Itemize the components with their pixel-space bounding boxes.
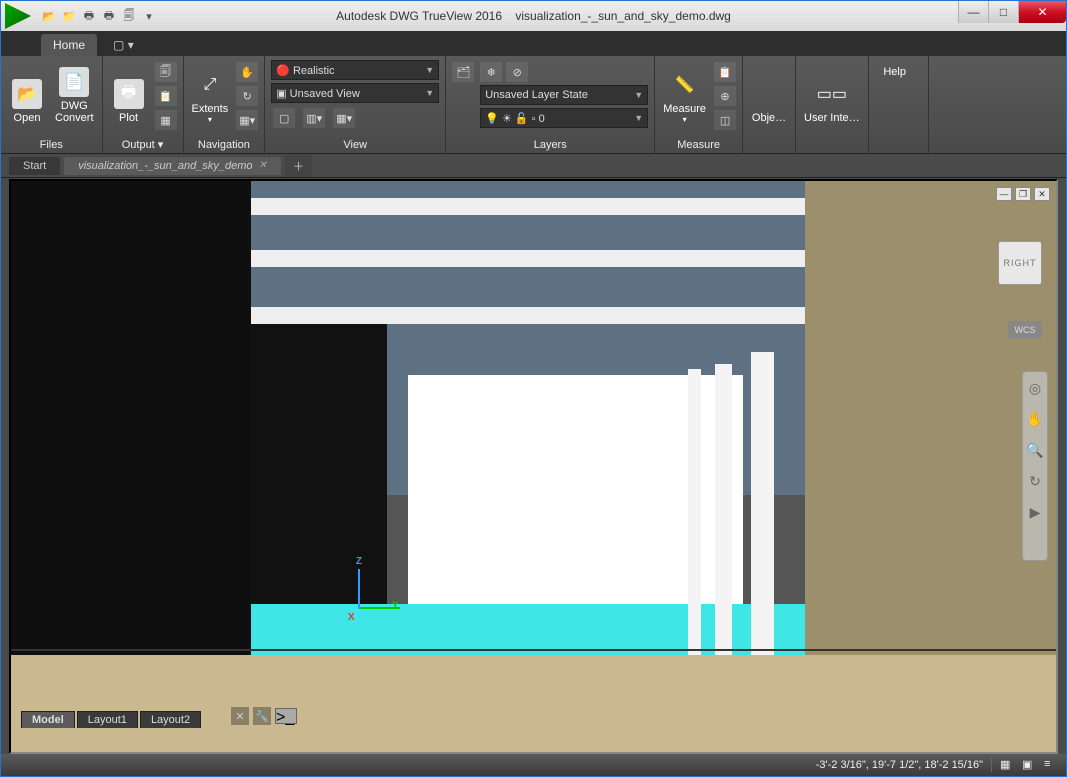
- coordinates-readout: -3'-2 3/16", 19'-7 1/2", 18'-2 15/16": [816, 759, 983, 771]
- new-tab-button[interactable]: ＋: [285, 155, 312, 177]
- view-single-icon[interactable]: ▢: [273, 108, 295, 128]
- titlebar: 📂 📁 🖶 🖶 🗐 ▾ Autodesk DWG TrueView 2016 v…: [1, 1, 1066, 31]
- extents-button[interactable]: ⤢ Extents ▾: [190, 60, 231, 126]
- viewport[interactable]: Z Y X — ❐ ✕ RIGHT WCS ◎ ✋ 🔍 ↻ ▶ ✕ 🔧 >_ M…: [9, 179, 1058, 754]
- named-view-dropdown[interactable]: ▣ Unsaved View▼: [271, 83, 439, 103]
- status-menu-icon[interactable]: ≡: [1044, 758, 1058, 772]
- view-join-icon[interactable]: ▦▾: [333, 108, 355, 128]
- status-icon-1[interactable]: ▦: [1000, 758, 1014, 772]
- panel-files: 📂 Open 📄 DWG Convert Files: [1, 56, 103, 153]
- cmd-close-icon[interactable]: ✕: [231, 707, 249, 725]
- extents-icon: ⤢: [195, 70, 225, 100]
- page-setup-icon[interactable]: 📋: [155, 86, 177, 106]
- panel-title-navigation: Navigation: [190, 137, 259, 153]
- panel-object: Obje…: [743, 56, 796, 153]
- cmd-input[interactable]: >_: [275, 708, 297, 724]
- close-tab-icon[interactable]: ✕: [259, 160, 267, 171]
- panel-title-measure: Measure: [661, 137, 736, 153]
- status-icon-2[interactable]: ▣: [1022, 758, 1036, 772]
- layer-current-dropdown[interactable]: 💡 ☀ 🔓 ▫ 0▼: [480, 108, 648, 128]
- scene-3d: Z Y X: [11, 181, 1056, 752]
- tab-home[interactable]: Home: [41, 34, 97, 56]
- open-qat-icon[interactable]: 📂: [41, 8, 57, 24]
- panel-ui: ▭▭ User Inte…: [796, 56, 869, 153]
- plot-button[interactable]: 🖶 Plot: [109, 60, 149, 126]
- ribbon: 📂 Open 📄 DWG Convert Files 🖶 Plot 🗐 📋 ▦ …: [1, 56, 1066, 154]
- nav-showmotion-icon[interactable]: ▶: [1030, 504, 1041, 521]
- help-button[interactable]: Help: [875, 60, 915, 126]
- visual-style-dropdown[interactable]: 🔴 Realistic▼: [271, 60, 439, 80]
- open-button[interactable]: 📂 Open: [7, 60, 47, 126]
- panel-navigation: ⤢ Extents ▾ ✋ ↻ ▦▾ Navigation: [184, 56, 266, 153]
- navigation-bar[interactable]: ◎ ✋ 🔍 ↻ ▶: [1022, 371, 1048, 561]
- nav-orbit-icon[interactable]: ↻: [1029, 473, 1041, 490]
- tab-extra-dropdown[interactable]: ▢ ▾: [101, 34, 146, 56]
- nav-more-icon[interactable]: ▦▾: [236, 110, 258, 130]
- panel-title-output[interactable]: Output ▾: [109, 136, 177, 153]
- list-icon[interactable]: 📋: [714, 62, 736, 82]
- cmd-options-icon[interactable]: 🔧: [253, 707, 271, 725]
- app-menu-icon[interactable]: [5, 3, 31, 29]
- vp-restore-icon[interactable]: ❐: [1015, 187, 1031, 201]
- id-point-icon[interactable]: ⊕: [714, 86, 736, 106]
- qat-dropdown-icon[interactable]: ▾: [141, 8, 157, 24]
- panel-title-view: View: [271, 137, 439, 153]
- command-line[interactable]: ✕ 🔧 >_: [231, 706, 297, 726]
- ribbon-tab-strip: Home ▢ ▾: [1, 31, 1066, 56]
- minimize-button[interactable]: —: [958, 1, 988, 23]
- window-controls: — □ ✕: [958, 1, 1066, 23]
- layout-tabs: Model Layout1 Layout2: [21, 711, 201, 728]
- dwg-convert-button[interactable]: 📄 DWG Convert: [53, 60, 96, 126]
- object-button[interactable]: Obje…: [749, 60, 789, 126]
- user-interface-button[interactable]: ▭▭ User Inte…: [802, 60, 862, 126]
- orbit-icon[interactable]: ↻: [236, 86, 258, 106]
- pan-icon[interactable]: ✋: [236, 62, 258, 82]
- tab-start[interactable]: Start: [9, 157, 60, 175]
- nav-zoom-icon[interactable]: 🔍: [1026, 442, 1043, 459]
- print-preview-qat-icon[interactable]: 🖶: [101, 8, 117, 24]
- panel-layers: 🗂 ❄ ⊘ Unsaved Layer State▼ 💡 ☀ 🔓 ▫ 0▼ La…: [446, 56, 655, 153]
- panel-measure: 📏 Measure ▾ 📋 ⊕ ◫ Measure: [655, 56, 743, 153]
- printer-icon: 🖶: [114, 79, 144, 109]
- print-qat-icon[interactable]: 🖶: [81, 8, 97, 24]
- layer-prop-icon[interactable]: 🗂: [452, 62, 474, 82]
- panel-view: 🔴 Realistic▼ ▣ Unsaved View▼ ▢ ▥▾ ▦▾ Vie…: [265, 56, 446, 153]
- tab-layout2[interactable]: Layout2: [140, 711, 201, 728]
- panel-output: 🖶 Plot 🗐 📋 ▦ Output ▾: [103, 56, 184, 153]
- measure-button[interactable]: 📏 Measure ▾: [661, 60, 708, 126]
- viewport-window-controls: — ❐ ✕: [996, 187, 1050, 201]
- layer-freeze-icon[interactable]: ❄: [480, 62, 502, 82]
- convert-icon: 📄: [59, 67, 89, 97]
- view-config-icon[interactable]: ▥▾: [303, 108, 325, 128]
- maximize-button[interactable]: □: [988, 1, 1018, 23]
- quick-access-toolbar: 📂 📁 🖶 🖶 🗐 ▾: [41, 8, 157, 24]
- panel-title-layers: Layers: [452, 137, 648, 153]
- publish-qat-icon[interactable]: 🗐: [121, 8, 137, 24]
- tab-layout1[interactable]: Layout1: [77, 711, 138, 728]
- nav-pan-icon[interactable]: ✋: [1026, 411, 1043, 428]
- save-qat-icon[interactable]: 📁: [61, 8, 77, 24]
- viewcube[interactable]: RIGHT: [998, 241, 1042, 285]
- measure-more-icon[interactable]: ◫: [714, 110, 736, 130]
- layer-off-icon[interactable]: ⊘: [506, 62, 528, 82]
- window-title: Autodesk DWG TrueView 2016 visualization…: [336, 9, 731, 23]
- panel-help: Help: [869, 56, 929, 153]
- wcs-label[interactable]: WCS: [1008, 321, 1042, 339]
- document-tabs: Start visualization_-_sun_and_sky_demo✕ …: [1, 154, 1066, 178]
- nav-wheel-icon[interactable]: ◎: [1029, 380, 1041, 397]
- vp-close-icon[interactable]: ✕: [1034, 187, 1050, 201]
- export-icon[interactable]: ▦: [155, 110, 177, 130]
- statusbar: -3'-2 3/16", 19'-7 1/2", 18'-2 15/16" ▦ …: [1, 754, 1066, 776]
- close-button[interactable]: ✕: [1018, 1, 1066, 23]
- folder-icon: 📂: [12, 79, 42, 109]
- layer-state-dropdown[interactable]: Unsaved Layer State▼: [480, 85, 648, 105]
- tab-model[interactable]: Model: [21, 711, 75, 728]
- batch-plot-icon[interactable]: 🗐: [155, 62, 177, 82]
- ui-icon: ▭▭: [817, 79, 847, 109]
- tab-current-file[interactable]: visualization_-_sun_and_sky_demo✕: [64, 157, 281, 175]
- vp-minimize-icon[interactable]: —: [996, 187, 1012, 201]
- panel-title-files: Files: [7, 137, 96, 153]
- ruler-icon: 📏: [670, 70, 700, 100]
